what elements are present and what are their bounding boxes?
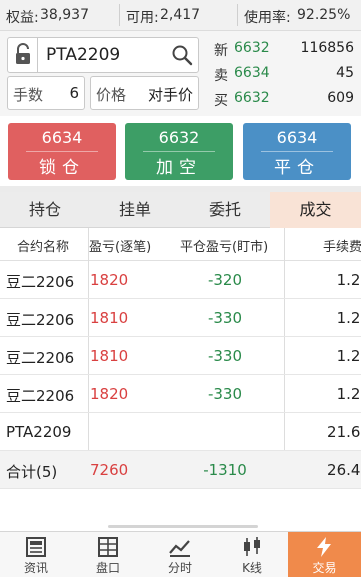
quantity-label: 手数	[13, 86, 44, 104]
divider	[26, 151, 98, 152]
divider	[143, 151, 215, 152]
tab-pending-orders[interactable]: 挂单	[90, 192, 180, 228]
cell-pnl-per-trade: 1810	[90, 347, 129, 365]
divider	[119, 4, 120, 26]
cell-contract: PTA2209	[6, 423, 72, 441]
cell-fee: 1.20	[336, 271, 361, 289]
nav-label: 交易	[312, 561, 337, 575]
cell-fee: 21.60	[327, 423, 361, 441]
timeshare-chart-icon	[169, 540, 190, 557]
nav-trade[interactable]: 交易	[288, 532, 361, 577]
horizontal-scrollbar[interactable]	[108, 525, 258, 528]
lock-position-button[interactable]: 6634 锁仓	[8, 123, 116, 180]
price-field[interactable]: 价格 对手价	[90, 76, 199, 110]
button-price: 6634	[276, 128, 318, 147]
quantity-value: 6	[69, 84, 79, 102]
table-row[interactable]: PTA2209 21.60	[0, 413, 361, 451]
bottom-nav: 资讯 盘口 分时 K线 交易	[0, 531, 361, 577]
tab-bar: 持仓 挂单 委托 成交	[0, 192, 361, 228]
quote-volume: 116856	[300, 40, 354, 56]
table-total-row: 合计(5) 7260 -1310 26.40	[0, 451, 361, 489]
nav-label: 分时	[167, 561, 192, 575]
column-header: 盈亏(逐笔)	[89, 240, 152, 255]
quote-price: 6632	[234, 40, 270, 56]
cell-close-pnl: -330	[207, 347, 243, 365]
quote-row-last: 新 6632 116856	[208, 37, 356, 62]
quote-price: 6632	[234, 90, 270, 106]
table-row[interactable]: 豆二2206 1810 -330 1.20	[0, 299, 361, 337]
cell-total-label: 合计(5)	[6, 463, 58, 481]
quote-row-bid: 买 6632 609	[208, 87, 356, 112]
divider	[237, 4, 238, 26]
news-icon	[26, 537, 46, 557]
cell-fee: 1.20	[336, 309, 361, 327]
button-price: 6634	[41, 128, 83, 147]
cell-contract: 豆二2206	[6, 349, 75, 367]
cell-contract: 豆二2206	[6, 387, 75, 405]
cell-pnl-per-trade: 1820	[90, 271, 129, 289]
nav-label: 资讯	[23, 561, 48, 575]
divider	[261, 151, 333, 152]
nav-timeshare[interactable]: 分时	[144, 532, 216, 577]
account-summary-bar: 权益: 38,937 可用: 2,417 使用率: 92.25%	[0, 0, 361, 31]
table-row[interactable]: 豆二2206 1820 -330 1.20	[0, 375, 361, 413]
tab-positions[interactable]: 持仓	[0, 192, 90, 228]
quote-volume: 609	[327, 90, 354, 106]
quantity-field[interactable]: 手数 6	[7, 76, 85, 110]
available-value: 2,417	[160, 7, 201, 23]
candlestick-icon	[244, 537, 260, 556]
usage-label: 使用率:	[244, 10, 291, 26]
symbol-input[interactable]: PTA2209	[7, 37, 199, 73]
cell-fee: 1.20	[336, 385, 361, 403]
equity-label: 权益:	[6, 10, 39, 26]
nav-orderbook[interactable]: 盘口	[72, 532, 144, 577]
close-position-button[interactable]: 6634 平仓	[243, 123, 351, 180]
cell-close-pnl: -320	[207, 271, 243, 289]
tab-trades[interactable]: 成交	[270, 192, 361, 228]
price-label: 价格	[96, 86, 127, 104]
quote-label: 新	[214, 43, 228, 59]
available-label: 可用:	[126, 10, 159, 26]
quote-row-ask: 卖 6634 45	[208, 62, 356, 87]
price-value: 对手价	[147, 86, 193, 104]
cell-contract: 豆二2206	[6, 311, 75, 329]
nav-kline[interactable]: K线	[216, 532, 288, 577]
symbol-value: PTA2209	[46, 45, 121, 65]
nav-label: 盘口	[95, 561, 120, 575]
lightning-icon	[317, 537, 331, 557]
cell-total-close-pnl: -1310	[203, 461, 247, 479]
unlock-icon[interactable]	[8, 38, 38, 72]
usage-value: 92.25%	[297, 7, 351, 23]
nav-news[interactable]: 资讯	[0, 532, 72, 577]
table-row[interactable]: 豆二2206 1810 -330 1.20	[0, 337, 361, 375]
cell-contract: 豆二2206	[6, 273, 75, 291]
orderbook-icon	[98, 537, 118, 557]
cell-close-pnl: -330	[207, 385, 243, 403]
column-header: 合约名称	[17, 240, 70, 255]
cell-total-pnl: 7260	[90, 461, 129, 479]
cell-total-fee: 26.40	[327, 461, 361, 479]
button-price: 6632	[158, 128, 200, 147]
cell-pnl-per-trade: 1810	[90, 309, 129, 327]
button-label: 平仓	[274, 158, 320, 178]
equity-value: 38,937	[40, 7, 89, 23]
quote-panel: 新 6632 116856 卖 6634 45 买 6632 609	[208, 37, 356, 112]
table-header: 合约名称 盈亏(逐笔) 平仓盈亏(盯市) 手续费	[0, 228, 361, 261]
search-icon[interactable]	[171, 44, 193, 66]
nav-label: K线	[242, 561, 262, 575]
button-label: 锁仓	[39, 158, 85, 178]
column-header: 平仓盈亏(盯市)	[180, 240, 269, 255]
quote-label: 买	[214, 93, 228, 109]
cell-pnl-per-trade: 1820	[90, 385, 129, 403]
quote-label: 卖	[214, 68, 228, 84]
cell-fee: 1.20	[336, 347, 361, 365]
column-header: 手续费	[323, 240, 361, 255]
cell-close-pnl: -330	[207, 309, 243, 327]
table-row[interactable]: 豆二2206 1820 -320 1.20	[0, 261, 361, 299]
tab-orders[interactable]: 委托	[180, 192, 270, 228]
button-label: 加空	[156, 158, 202, 178]
quote-price: 6634	[234, 65, 270, 81]
open-short-button[interactable]: 6632 加空	[125, 123, 233, 180]
quote-volume: 45	[336, 65, 354, 81]
